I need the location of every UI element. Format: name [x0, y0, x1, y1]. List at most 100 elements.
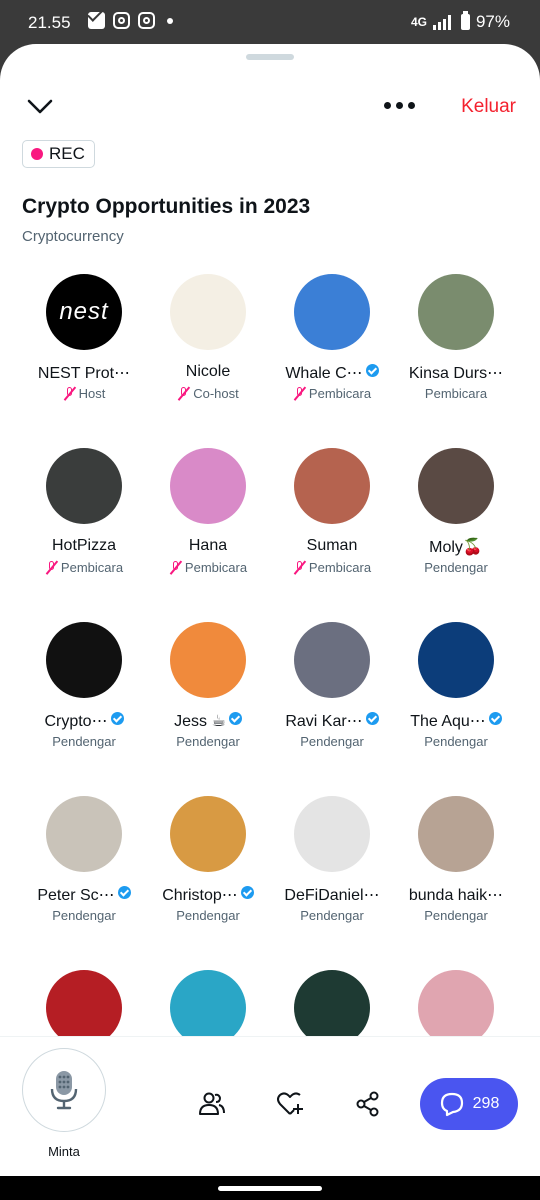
participant-item[interactable]: Christop⋯ Pendengar [146, 796, 270, 956]
drag-handle[interactable] [246, 54, 294, 60]
verified-icon [488, 712, 502, 726]
participant-role-text: Pendengar [300, 734, 364, 749]
participant-role-text: Pembicara [60, 560, 124, 575]
participant-role: Pendengar [394, 560, 518, 575]
space-sheet: Keluar REC Crypto Opportunities in 2023 … [0, 44, 540, 1176]
battery-percent: 97% [475, 12, 510, 31]
status-bar: 21.55 4G 97% [0, 0, 540, 46]
participant-role: Pendengar [394, 908, 518, 923]
avatar[interactable] [170, 622, 246, 698]
home-gesture-bar[interactable] [218, 1186, 322, 1191]
participant-name: Hana [146, 537, 270, 555]
participant-role: Pendengar [22, 908, 146, 923]
mic-off-icon [45, 561, 58, 574]
participant-name-text: Suman [306, 537, 358, 554]
participant-name: Kinsa Durs⋯ [394, 363, 518, 383]
avatar[interactable] [170, 448, 246, 524]
participant-item[interactable]: Peter Sc⋯ Pendengar [22, 796, 146, 956]
participant-role: Co-host [146, 386, 270, 401]
participant-name-text: Kinsa Durs⋯ [408, 365, 504, 382]
participant-item[interactable]: bunda haik⋯ Pendengar [394, 796, 518, 956]
avatar[interactable] [418, 622, 494, 698]
participant-role-text: Co-host [193, 386, 239, 401]
participant-role: Pembicara [146, 560, 270, 575]
participant-name-text: The Aqu⋯ [410, 713, 486, 730]
avatar[interactable] [46, 448, 122, 524]
participant-item[interactable]: Hana Pembicara [146, 448, 270, 608]
participant-name-text: Crypto⋯ [44, 713, 108, 730]
participant-role-text: Pendengar [52, 734, 116, 749]
request-mic-button[interactable] [22, 1048, 106, 1132]
participant-item[interactable]: Kinsa Durs⋯ Pembicara [394, 274, 518, 434]
participant-item[interactable]: Jess ☕ Pendengar [146, 622, 270, 782]
participant-item[interactable]: Suman Pembicara [270, 448, 394, 608]
participant-role-text: Host [78, 386, 106, 401]
participant-item[interactable]: Ravi Kar⋯ Pendengar [270, 622, 394, 782]
avatar[interactable] [294, 274, 370, 350]
verified-icon [240, 886, 254, 900]
participant-item[interactable] [394, 970, 518, 1036]
mic-off-icon [63, 387, 76, 400]
participant-role-text: Pembicara [424, 386, 488, 401]
avatar[interactable] [46, 970, 122, 1036]
avatar[interactable] [418, 448, 494, 524]
participant-item[interactable] [22, 970, 146, 1036]
avatar[interactable] [46, 622, 122, 698]
avatar[interactable] [170, 796, 246, 872]
participant-item[interactable]: HotPizza Pembicara [22, 448, 146, 608]
participant-item[interactable]: Whale C⋯ Pembicara [270, 274, 394, 434]
avatar[interactable] [418, 970, 494, 1036]
participant-name-text: bunda haik⋯ [408, 887, 504, 904]
participant-name: Crypto⋯ [22, 711, 146, 731]
avatar[interactable] [294, 970, 370, 1036]
verified-icon [117, 886, 131, 900]
share-icon[interactable] [354, 1090, 382, 1118]
participant-role: Pendengar [146, 734, 270, 749]
verified-icon [228, 712, 242, 726]
participant-item[interactable] [270, 970, 394, 1036]
verified-icon [365, 712, 379, 726]
participant-name: The Aqu⋯ [394, 711, 518, 731]
avatar[interactable]: nest [46, 274, 122, 350]
verified-icon [365, 364, 379, 378]
participant-item[interactable]: Crypto⋯ Pendengar [22, 622, 146, 782]
chevron-down-icon[interactable] [26, 96, 54, 116]
comments-button[interactable]: 298 [420, 1078, 518, 1130]
avatar[interactable] [418, 274, 494, 350]
space-topic[interactable]: Cryptocurrency [22, 228, 124, 245]
mic-off-icon [177, 387, 190, 400]
more-icon[interactable] [384, 102, 415, 109]
avatar[interactable] [46, 796, 122, 872]
rec-dot-icon [31, 148, 43, 160]
participant-name: Christop⋯ [146, 885, 270, 905]
participant-role-text: Pembicara [308, 386, 372, 401]
system-nav-bar [0, 1176, 540, 1200]
avatar[interactable] [170, 274, 246, 350]
participant-name: Jess ☕ [146, 711, 270, 731]
people-icon[interactable] [198, 1090, 226, 1118]
mail-icon [88, 12, 105, 29]
heart-plus-icon[interactable] [276, 1090, 304, 1118]
mic-off-icon [293, 561, 306, 574]
avatar[interactable] [294, 622, 370, 698]
participant-name-text: Hana [188, 537, 228, 554]
participant-item[interactable] [146, 970, 270, 1036]
participant-role: Pendengar [270, 908, 394, 923]
participant-item[interactable]: Nicole Co-host [146, 274, 270, 434]
participant-name: Peter Sc⋯ [22, 885, 146, 905]
leave-button[interactable]: Keluar [461, 96, 516, 118]
participant-item[interactable]: DeFiDaniel⋯ Pendengar [270, 796, 394, 956]
participant-name: DeFiDaniel⋯ [270, 885, 394, 905]
avatar[interactable] [170, 970, 246, 1036]
avatar[interactable] [294, 448, 370, 524]
participant-item[interactable]: nest NEST Prot⋯ Host [22, 274, 146, 434]
participant-name-text: NEST Prot⋯ [37, 365, 131, 382]
participant-name: bunda haik⋯ [394, 885, 518, 905]
participant-item[interactable]: Moly🍒 Pendengar [394, 448, 518, 608]
request-label: Minta [48, 1144, 80, 1159]
participant-name: Suman [270, 537, 394, 555]
participant-item[interactable]: The Aqu⋯ Pendengar [394, 622, 518, 782]
avatar[interactable] [418, 796, 494, 872]
avatar[interactable] [294, 796, 370, 872]
participant-role-text: Pendengar [424, 560, 488, 575]
